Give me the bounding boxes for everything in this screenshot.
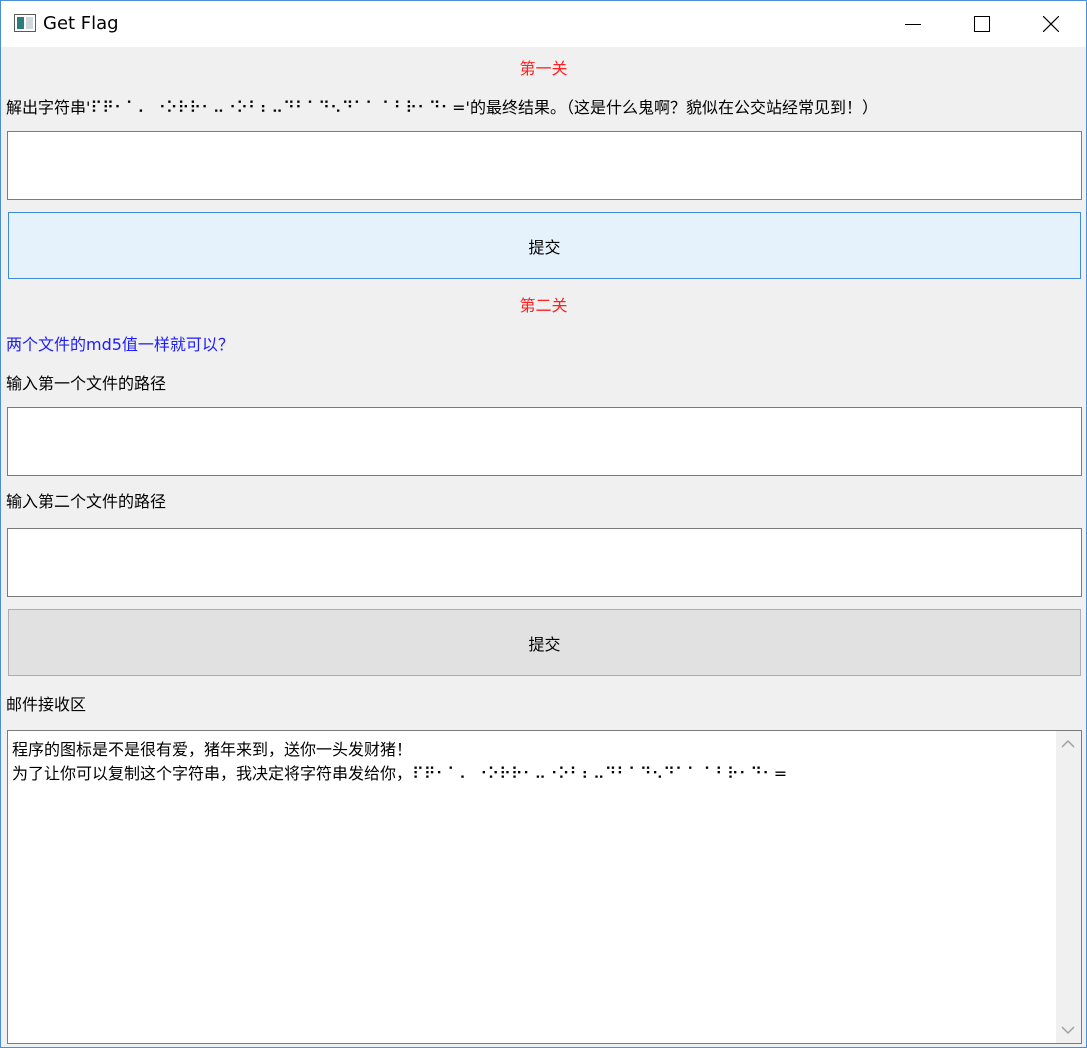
minimize-icon — [905, 24, 921, 25]
mail-content: 程序的图标是不是很有爱，猪年来到，送你一头发财猪！ 为了让你可以复制这个字符串，我… — [12, 738, 1055, 786]
level2-heading: 第二关 — [519, 296, 568, 315]
chevron-down-icon[interactable] — [1061, 1025, 1075, 1035]
level2-hint: 两个文件的md5值一样就可以？ — [6, 335, 234, 354]
chevron-up-icon[interactable] — [1061, 739, 1075, 749]
file2-path-input[interactable] — [7, 528, 1082, 597]
title-bar[interactable]: Get Flag — [1, 1, 1086, 47]
level1-submit-button[interactable]: 提交 — [8, 212, 1081, 279]
mail-line: 为了让你可以复制这个字符串，我决定将字符串发给你，⠏⠟⠂⠁⠄ ⠐⠕⠗⠗⠂⠤⠐⠕⠃… — [12, 764, 788, 783]
level1-heading: 第一关 — [519, 59, 568, 78]
maximize-icon — [974, 16, 990, 32]
window-title: Get Flag — [43, 13, 119, 34]
close-button[interactable] — [1016, 1, 1086, 47]
maximize-button[interactable] — [947, 1, 1017, 47]
mail-line: 程序的图标是不是很有爱，猪年来到，送你一头发财猪！ — [12, 740, 413, 759]
get-flag-window: Get Flag 第一关 解出字符串'⠏⠟⠂⠁⠄ ⠐⠕⠗⠗⠂⠤⠐⠕⠃⠆⠤⠙⠃⠁⠙… — [0, 0, 1087, 1048]
close-icon — [1043, 16, 1059, 32]
mail-textarea[interactable]: 程序的图标是不是很有爱，猪年来到，送你一头发财猪！ 为了让你可以复制这个字符串，我… — [7, 730, 1082, 1044]
window-app-icon — [14, 14, 36, 32]
mail-scrollbar[interactable] — [1056, 731, 1081, 1043]
level2-submit-button[interactable]: 提交 — [8, 609, 1081, 676]
file2-path-label: 输入第二个文件的路径 — [6, 492, 167, 511]
file1-path-label: 输入第一个文件的路径 — [6, 374, 167, 393]
level1-prompt: 解出字符串'⠏⠟⠂⠁⠄ ⠐⠕⠗⠗⠂⠤⠐⠕⠃⠆⠤⠙⠃⠁⠙⠢⠙⠁⠁ ⠁⠃⠗⠂⠙⠂='… — [6, 98, 878, 117]
mail-area-label: 邮件接收区 — [6, 695, 87, 714]
level1-answer-input[interactable] — [7, 131, 1082, 200]
minimize-button[interactable] — [878, 1, 948, 47]
file1-path-input[interactable] — [7, 407, 1082, 476]
